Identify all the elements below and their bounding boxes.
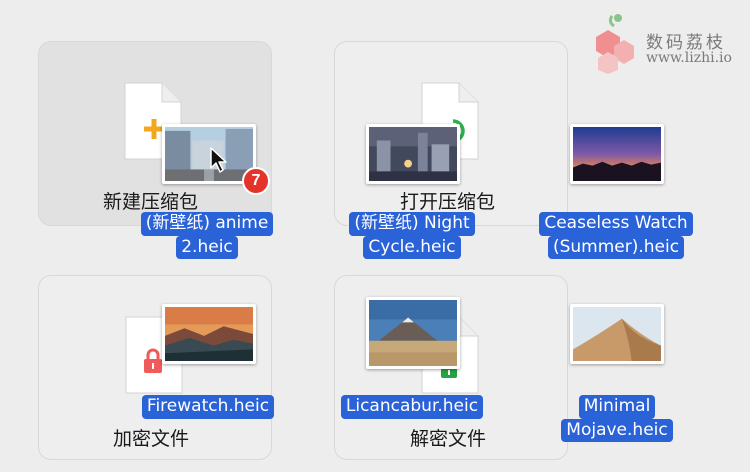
file-label-firewatch[interactable]: Firewatch.heic xyxy=(132,395,284,419)
drag-count-badge: 7 xyxy=(242,167,270,195)
file-label-line: Ceaseless Watch xyxy=(539,212,693,236)
file-label-line: 2.heic xyxy=(176,235,238,260)
lizhi-logo-icon xyxy=(596,14,634,74)
file-label-ceaseless-watch[interactable]: Ceaseless Watch (Summer).heic xyxy=(532,212,700,260)
file-label-licancabur[interactable]: Licancabur.heic xyxy=(332,395,492,419)
file-label-anime-2[interactable]: (新壁纸) anime 2.heic xyxy=(131,212,283,260)
file-label-line: Minimal xyxy=(578,395,656,419)
file-label-line: Licancabur.heic xyxy=(340,395,484,419)
image-thumbnail[interactable] xyxy=(366,297,460,369)
file-label-line: (新壁纸) Night xyxy=(349,212,475,236)
mouse-pointer-icon xyxy=(210,147,227,173)
file-label-line: Mojave.heic xyxy=(561,418,673,443)
file-label-minimal-mojave[interactable]: Minimal Mojave.heic xyxy=(541,395,693,443)
image-thumbnail[interactable] xyxy=(162,304,256,364)
file-label-night-cycle[interactable]: (新壁纸) Night Cycle.heic xyxy=(334,212,490,260)
watermark-url: www.lizhi.io xyxy=(646,50,732,66)
file-label-line: (新壁纸) anime xyxy=(140,212,274,236)
image-thumbnail[interactable] xyxy=(570,304,664,364)
file-label-line: Cycle.heic xyxy=(363,235,461,260)
new-archive-label: 新建压缩包 xyxy=(103,191,199,213)
lock-icon xyxy=(144,348,162,373)
watermark: 数码荔枝 www.lizhi.io xyxy=(588,12,740,74)
file-label-line: (Summer).heic xyxy=(547,235,685,260)
file-label-line: Firewatch.heic xyxy=(141,395,275,419)
encrypt-file-label: 加密文件 xyxy=(113,428,190,450)
open-archive-label: 打开压缩包 xyxy=(400,191,496,213)
image-thumbnail[interactable] xyxy=(366,124,460,184)
decrypt-file-label: 解密文件 xyxy=(410,428,487,450)
image-thumbnail[interactable] xyxy=(570,124,664,184)
